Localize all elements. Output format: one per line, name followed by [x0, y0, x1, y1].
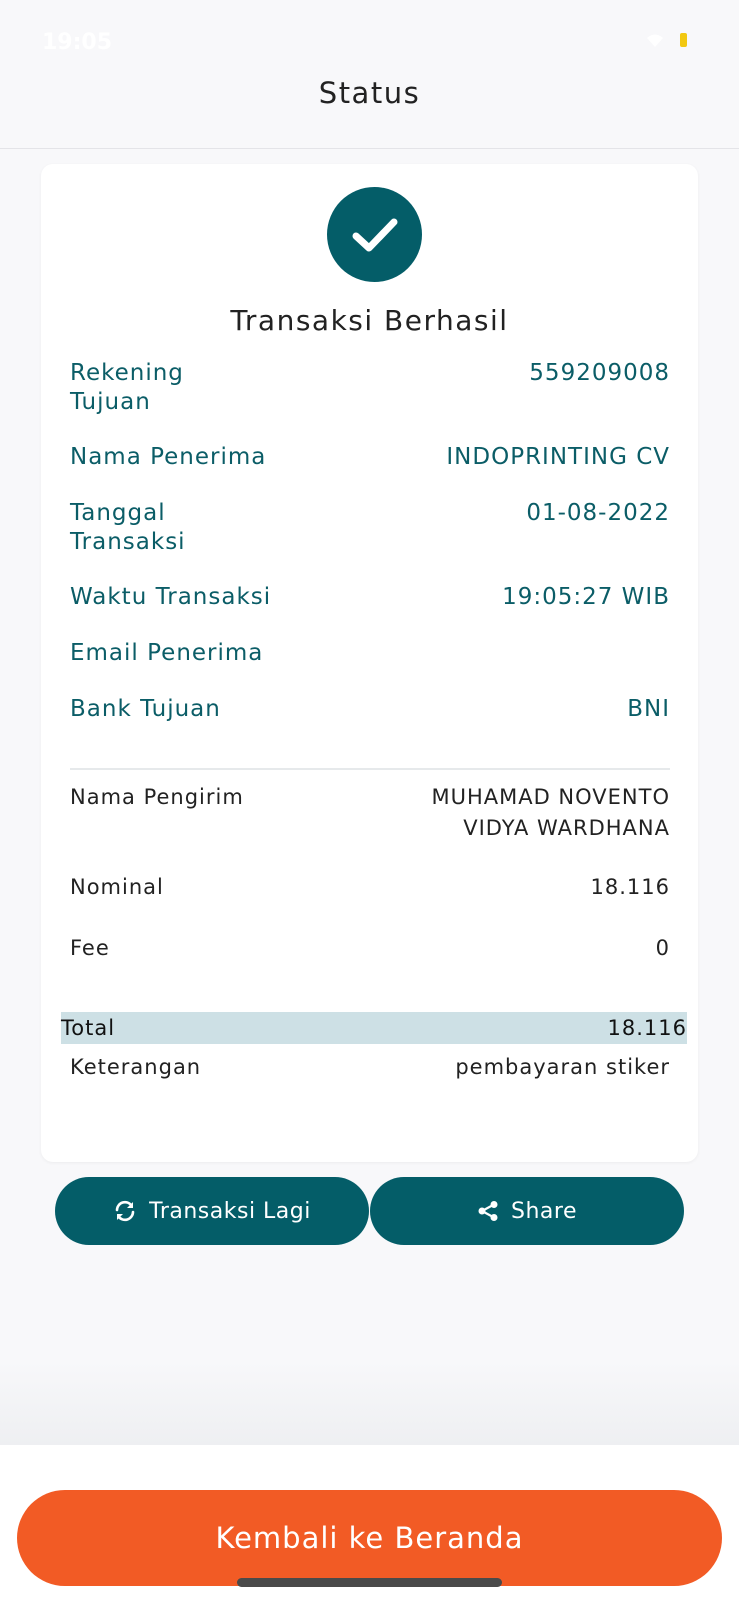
- detail-value: INDOPRINTING CV: [446, 444, 670, 470]
- home-indicator: [237, 1578, 502, 1587]
- transaction-status-title: Transaksi Berhasil: [230, 304, 509, 337]
- detail-row-email-penerima: Email Penerima: [70, 639, 670, 668]
- detail-row-fee: Fee 0: [70, 933, 670, 964]
- detail-value: pembayaran stiker: [455, 1055, 670, 1079]
- detail-row-nama-penerima: Nama Penerima INDOPRINTING CV: [70, 443, 670, 472]
- detail-value: 18.116: [590, 875, 670, 899]
- battery-icon: [680, 33, 687, 47]
- kembali-ke-beranda-button[interactable]: Kembali ke Beranda: [17, 1490, 722, 1586]
- detail-label: Bank Tujuan: [70, 696, 221, 722]
- detail-label: Keterangan: [70, 1055, 202, 1079]
- status-icons: [644, 32, 687, 48]
- detail-row-waktu-transaksi: Waktu Transaksi 19:05:27 WIB: [70, 583, 670, 612]
- detail-label: Nama Penerima: [70, 444, 267, 470]
- detail-value: 559209008: [529, 360, 670, 386]
- detail-row-keterangan: Keterangan pembayaran stiker: [70, 1052, 670, 1083]
- share-icon: [478, 1201, 498, 1221]
- status-bar: 19:05: [0, 0, 739, 70]
- divider: [70, 768, 670, 770]
- total-value: 18.116: [607, 1016, 687, 1040]
- detail-label: Email Penerima: [70, 640, 264, 666]
- share-button[interactable]: Share: [370, 1177, 684, 1245]
- detail-row-rekening-tujuan: Rekening Tujuan 559209008: [70, 359, 670, 417]
- total-label: Total: [61, 1016, 116, 1040]
- detail-value: MUHAMAD NOVENTO VIDYA WARDHANA: [431, 782, 670, 844]
- transaksi-lagi-label: Transaksi Lagi: [149, 1198, 311, 1224]
- total-row: Total 18.116: [61, 1012, 687, 1044]
- transaction-card: Transaksi Berhasil Rekening Tujuan 55920…: [41, 164, 698, 1162]
- detail-label: Nama Pengirim: [70, 785, 244, 809]
- transaksi-lagi-button[interactable]: Transaksi Lagi: [55, 1177, 369, 1245]
- detail-label: Rekening Tujuan: [70, 360, 184, 415]
- detail-value: 0: [655, 936, 670, 960]
- page-title: Status: [318, 76, 421, 110]
- wifi-icon: [647, 34, 663, 47]
- sender-name-line1: MUHAMAD NOVENTO: [431, 785, 670, 809]
- status-time: 19:05: [42, 30, 113, 55]
- detail-value: 19:05:27 WIB: [502, 584, 670, 610]
- share-label: Share: [511, 1198, 577, 1224]
- refresh-icon: [115, 1200, 135, 1222]
- detail-row-nominal: Nominal 18.116: [70, 872, 670, 903]
- detail-row-tanggal-transaksi: Tanggal Transaksi 01-08-2022: [70, 499, 670, 557]
- detail-label: Fee: [70, 936, 110, 960]
- detail-label: Tanggal Transaksi: [70, 500, 186, 555]
- detail-label: Waktu Transaksi: [70, 584, 272, 610]
- detail-value: 01-08-2022: [526, 500, 670, 526]
- detail-value: BNI: [627, 696, 670, 722]
- sender-name-line2: VIDYA WARDHANA: [463, 816, 670, 840]
- detail-label: Nominal: [70, 875, 164, 899]
- detail-row-bank-tujuan: Bank Tujuan BNI: [70, 695, 670, 724]
- success-check-icon: [327, 187, 422, 282]
- detail-row-nama-pengirim: Nama Pengirim MUHAMAD NOVENTO VIDYA WARD…: [70, 782, 670, 844]
